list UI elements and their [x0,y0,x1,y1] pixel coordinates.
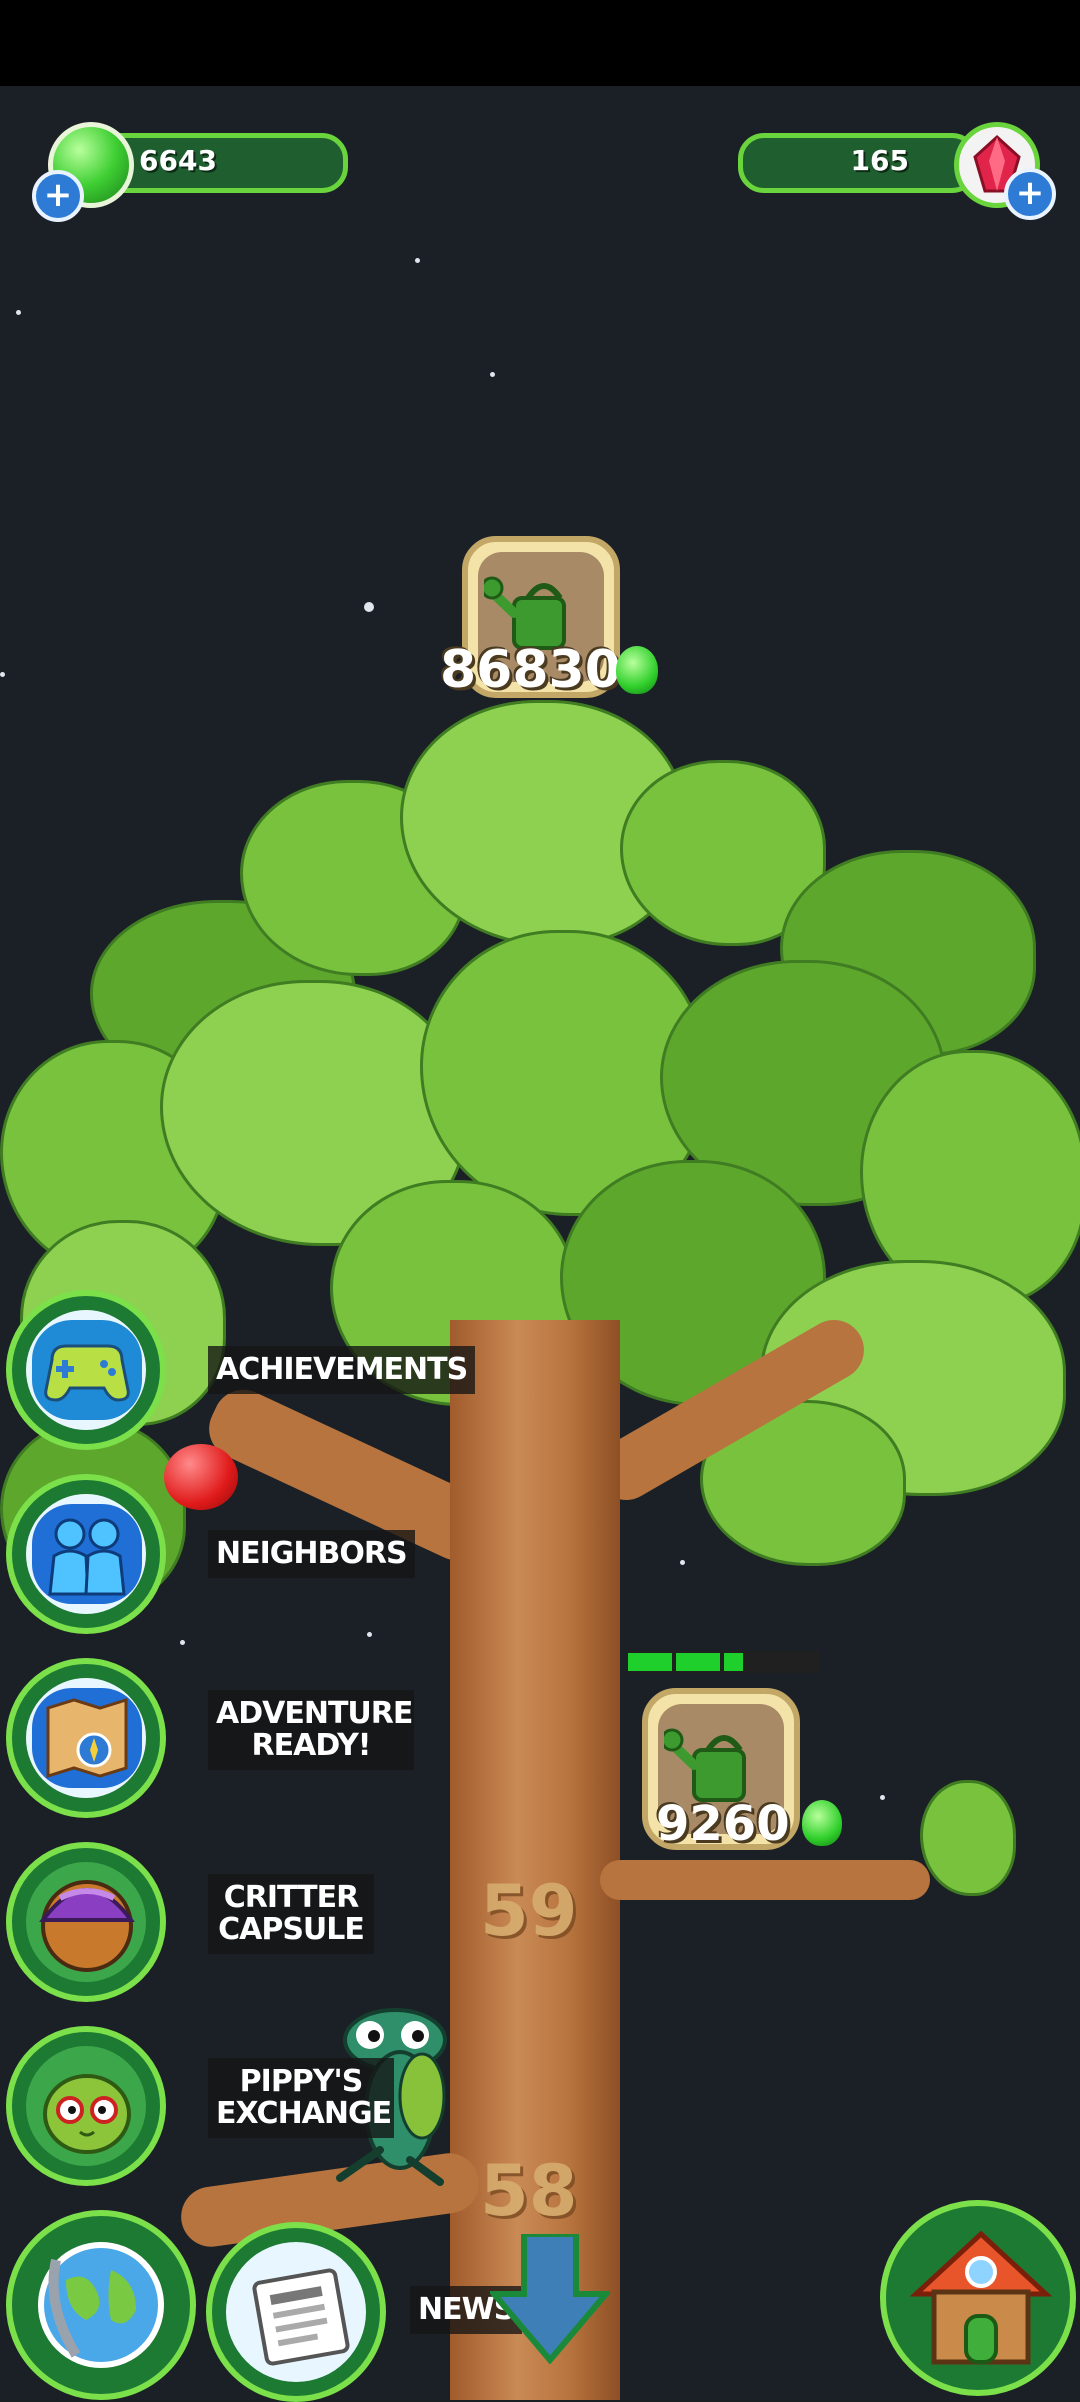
tree-upgrade-cost: 86830 [440,640,621,700]
star [415,258,420,263]
critter-capsule-button[interactable] [6,1842,166,2002]
plus-icon[interactable]: + [1004,168,1056,220]
gamepad-icon [32,1320,142,1420]
star [880,1795,885,1800]
house-icon [909,2230,1053,2365]
green-gem-count: 6643 [139,144,217,177]
pippys-exchange-button[interactable] [6,2026,166,2186]
star [490,372,495,377]
news-button[interactable] [206,2222,386,2402]
level-number: 58 [480,2150,578,2232]
upgrade-progress-fill [628,1653,744,1671]
globe-icon [38,2242,164,2368]
achievements-label[interactable]: ACHIEVEMENTS [208,1346,476,1394]
green-gem-icon [802,1800,842,1846]
home-button[interactable] [880,2200,1076,2396]
tree-branch [600,1860,930,1900]
pippys-exchange-label[interactable]: PIPPY'S EXCHANGE [208,2058,394,2138]
balloon-icon[interactable] [164,1444,238,1510]
adventure-button[interactable] [6,1658,166,1818]
star [367,1632,372,1637]
star [680,1560,685,1565]
branch-upgrade-cost: 9260 [656,1796,790,1852]
status-bar [0,0,1080,86]
achievements-button[interactable] [6,1290,166,1450]
down-arrow-icon[interactable] [490,2234,610,2364]
globe-button[interactable] [6,2210,196,2400]
newspaper-icon [252,2268,350,2366]
level-number: 59 [480,1870,578,1952]
star [16,310,21,315]
star [0,672,5,677]
star [180,1640,185,1645]
pippy-icon [43,2074,131,2154]
plus-icon[interactable]: + [32,170,84,222]
critter-capsule-label[interactable]: CRITTER CAPSULE [208,1874,374,1954]
people-icon [32,1504,142,1604]
green-gem-icon [616,646,658,694]
red-crystal-counter[interactable]: 165 [738,133,978,193]
neighbors-button[interactable] [6,1474,166,1634]
red-crystal-count: 165 [850,144,909,177]
adventure-label[interactable]: ADVENTURE READY! [208,1690,414,1770]
treasure-map-icon [32,1688,142,1788]
upgrade-progress-bar [628,1651,820,1673]
star [364,602,374,612]
capsule-icon [39,1880,135,1972]
neighbors-label[interactable]: NEIGHBORS [208,1530,415,1578]
